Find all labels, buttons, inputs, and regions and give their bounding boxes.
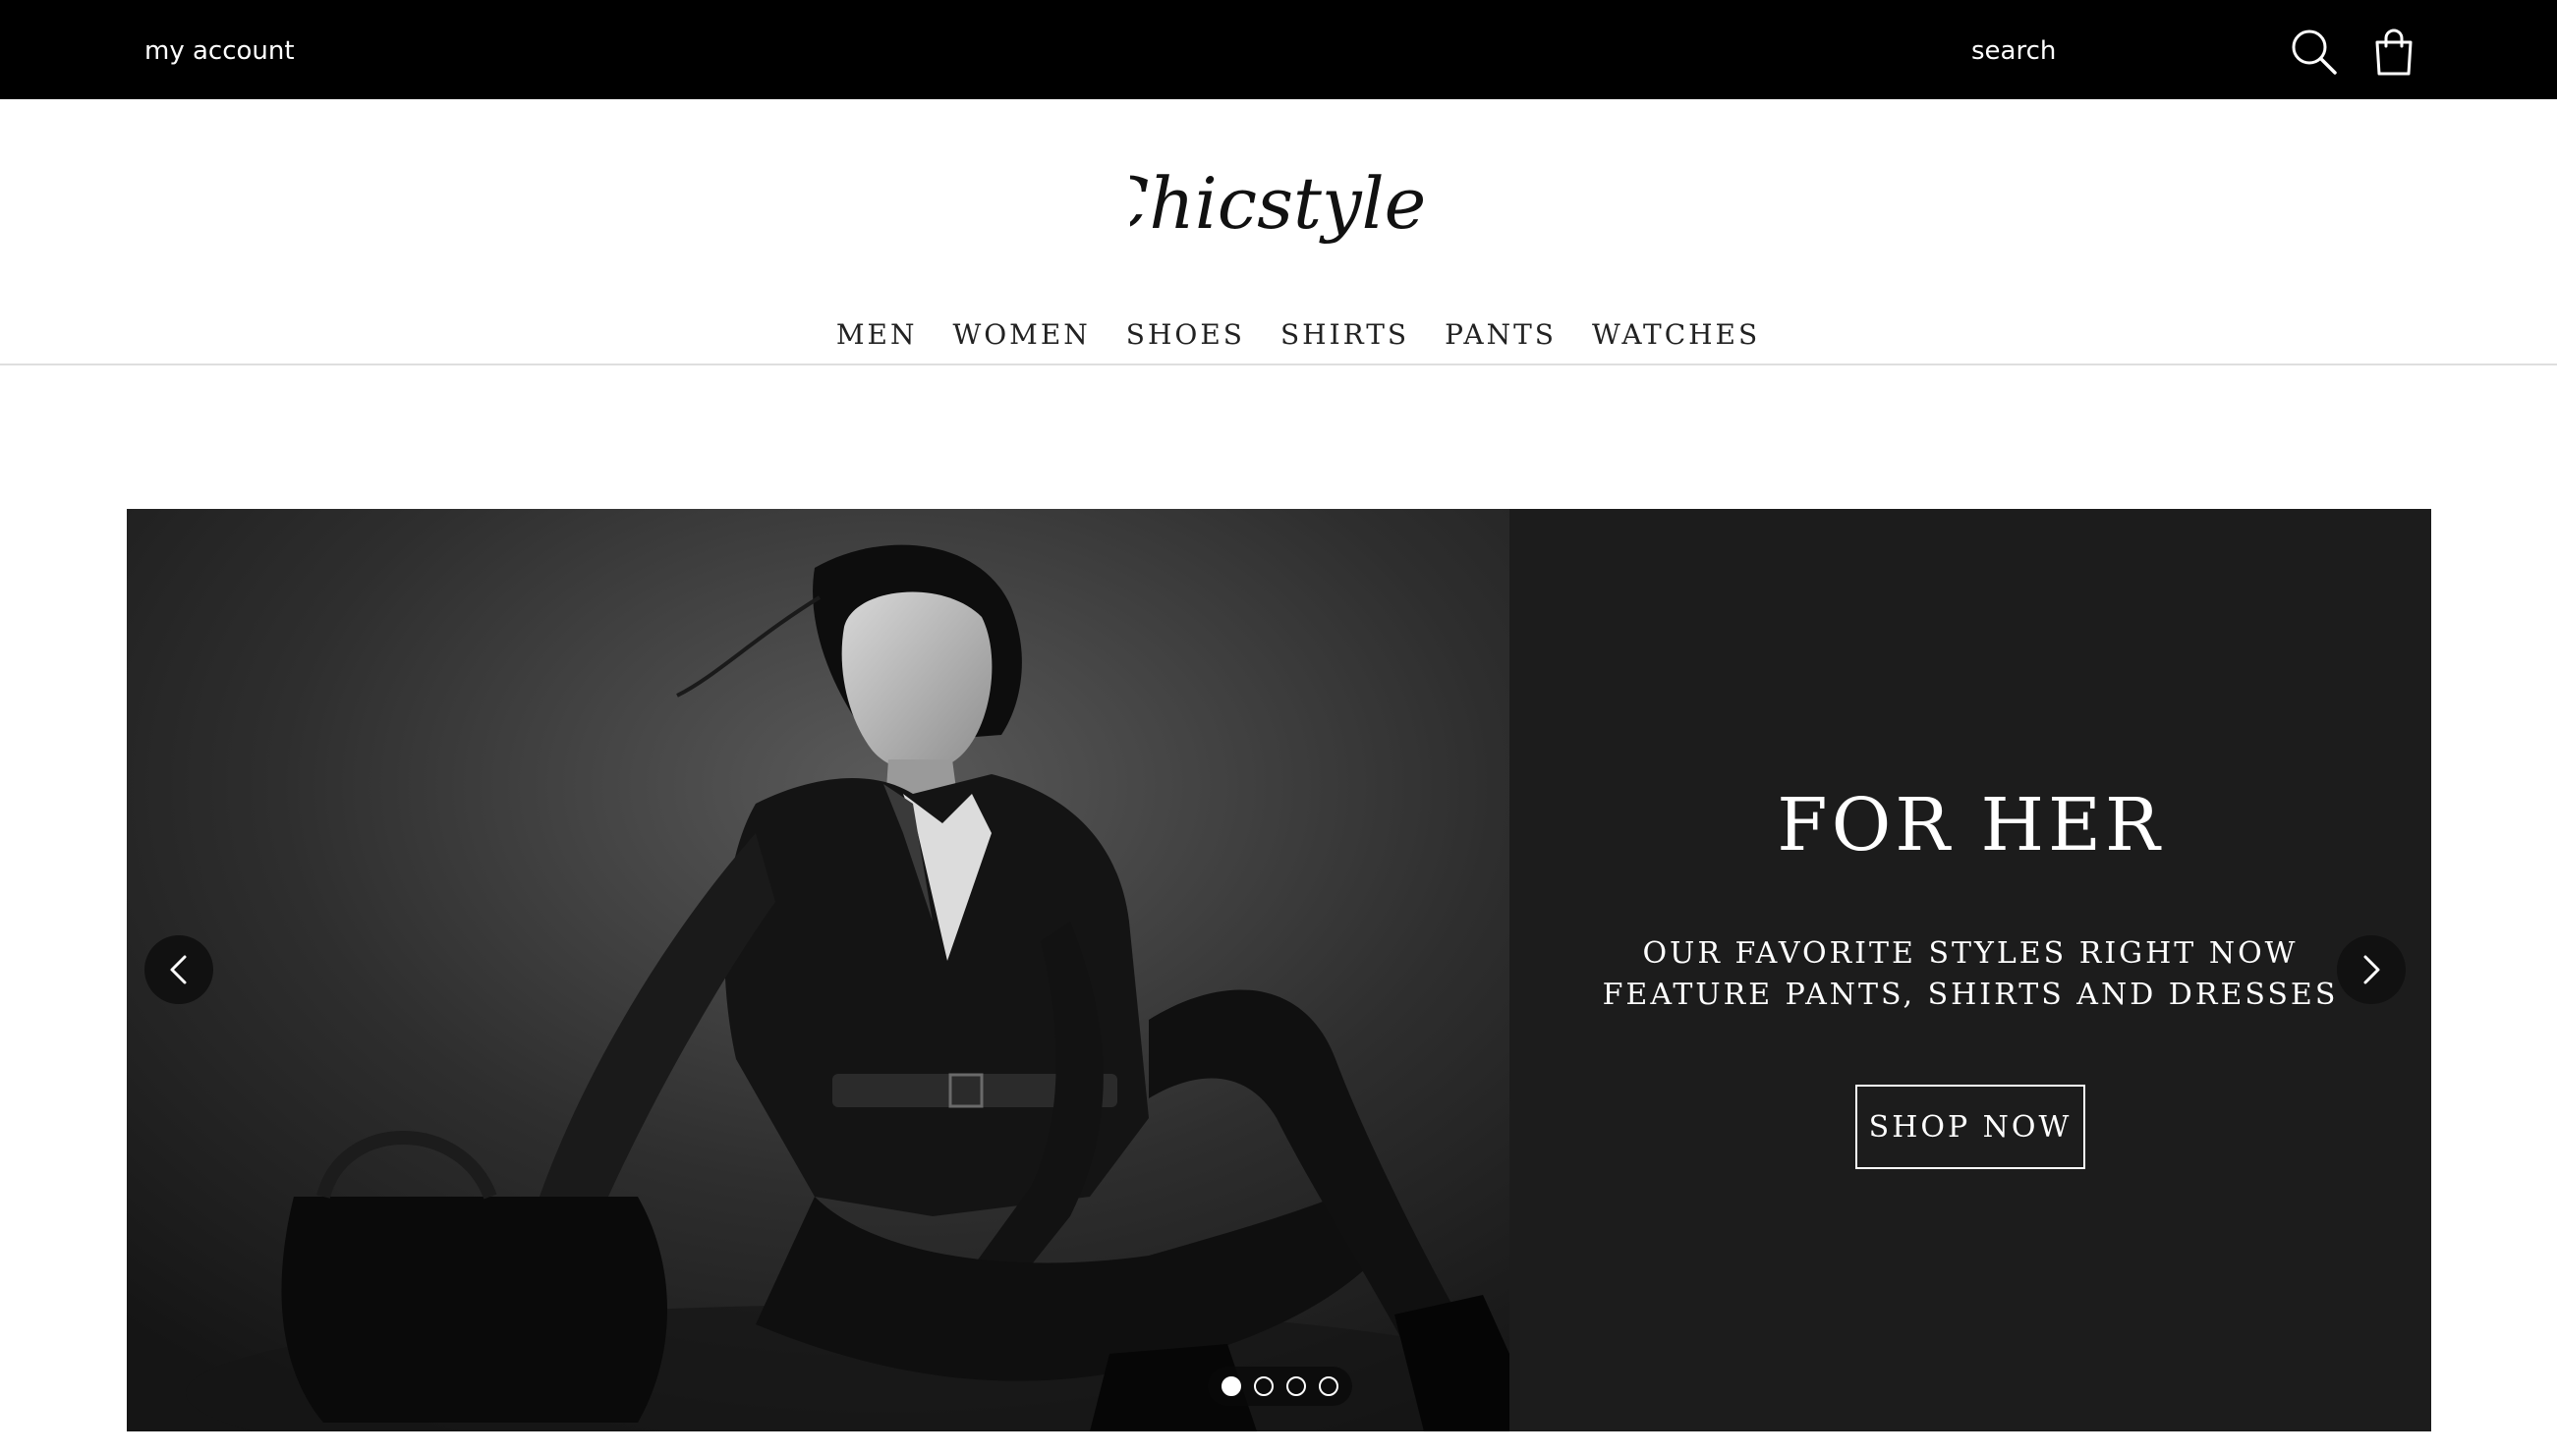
chevron-right-icon	[2363, 955, 2380, 984]
brand-logo-text: Chicstyler	[1130, 162, 1425, 245]
hero-title: FOR HER	[1777, 783, 2164, 868]
hero-slider: FOR HER OUR FAVORITE STYLES RIGHT NOW FE…	[127, 509, 2431, 1431]
hero-subtitle-line-1: OUR FAVORITE STYLES RIGHT NOW	[1642, 936, 2299, 971]
top-utility-bar: my account	[0, 0, 2557, 99]
hero-subtitle-line-2: FEATURE PANTS, SHIRTS AND DRESSES	[1602, 978, 2339, 1012]
main-navigation: MEN WOMEN SHOES SHIRTS PANTS WATCHES	[0, 307, 2557, 362]
brand-logo[interactable]: Chicstyler	[1130, 138, 1425, 275]
slider-dot-2[interactable]	[1254, 1376, 1274, 1396]
slider-pagination	[1208, 1367, 1352, 1406]
nav-item-pants[interactable]: PANTS	[1445, 318, 1557, 351]
nav-item-women[interactable]: WOMEN	[952, 318, 1090, 351]
shop-now-button[interactable]: SHOP NOW	[1855, 1085, 2085, 1169]
nav-item-shoes[interactable]: SHOES	[1126, 318, 1245, 351]
nav-item-men[interactable]: MEN	[836, 318, 918, 351]
slider-prev-button[interactable]	[144, 935, 213, 1004]
nav-divider	[0, 364, 2557, 365]
slider-dot-3[interactable]	[1286, 1376, 1306, 1396]
slider-next-button[interactable]	[2337, 935, 2406, 1004]
hero-copy-panel: FOR HER OUR FAVORITE STYLES RIGHT NOW FE…	[1509, 509, 2431, 1431]
my-account-link[interactable]: my account	[144, 37, 295, 66]
nav-item-watches[interactable]: WATCHES	[1592, 318, 1760, 351]
nav-item-shirts[interactable]: SHIRTS	[1280, 318, 1409, 351]
slider-dot-4[interactable]	[1319, 1376, 1338, 1396]
chevron-left-icon	[170, 955, 187, 984]
hero-subtitle: OUR FAVORITE STYLES RIGHT NOW FEATURE PA…	[1509, 933, 2431, 1016]
search-icon[interactable]	[2290, 28, 2339, 77]
shopping-bag-icon[interactable]	[2373, 28, 2415, 77]
hero-model-photo	[127, 509, 1509, 1431]
slider-dot-1[interactable]	[1222, 1376, 1241, 1396]
search-input[interactable]	[1956, 22, 2280, 81]
